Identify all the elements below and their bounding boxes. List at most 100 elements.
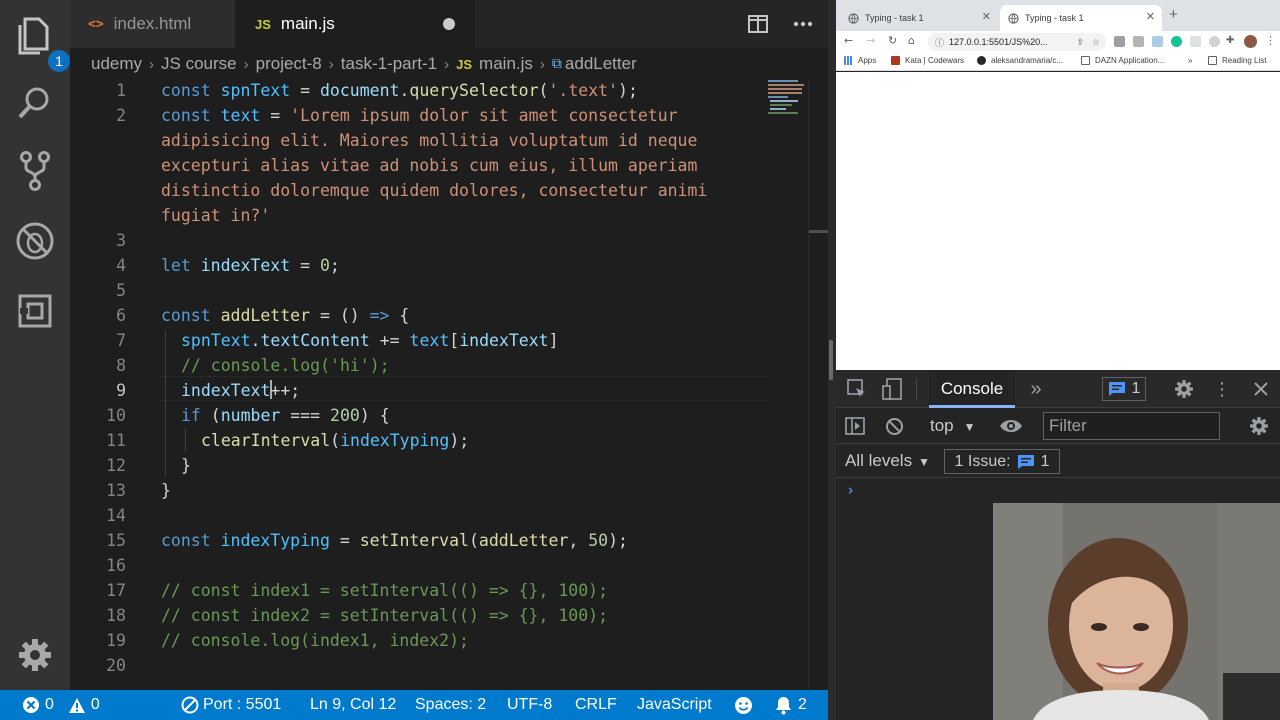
code-line: 13} bbox=[70, 478, 770, 503]
kebab-menu-icon[interactable]: ⋮ bbox=[1212, 378, 1232, 400]
clear-console-icon[interactable] bbox=[883, 415, 905, 437]
problems-indicator[interactable]: 0 0 bbox=[22, 690, 100, 720]
new-tab-button[interactable]: + bbox=[1169, 6, 1178, 23]
console-settings-gear-icon[interactable] bbox=[1247, 415, 1271, 437]
extension-icon[interactable] bbox=[1133, 36, 1144, 47]
device-toolbar-icon[interactable] bbox=[881, 378, 903, 400]
extension-icon[interactable] bbox=[1209, 36, 1220, 47]
issues-counter[interactable]: 1 bbox=[1102, 377, 1146, 401]
code-line: 20 bbox=[70, 653, 770, 678]
more-actions-icon[interactable] bbox=[788, 10, 818, 38]
settings-gear-icon[interactable] bbox=[1172, 378, 1196, 400]
code-line: 17// const index1 = setInterval(() => {}… bbox=[70, 578, 770, 603]
breadcrumb-item[interactable]: udemy bbox=[91, 54, 142, 74]
code-line: 16 bbox=[70, 553, 770, 578]
home-icon[interactable]: ⌂ bbox=[908, 34, 915, 47]
line-number: 10 bbox=[106, 406, 126, 425]
bookmark-dazn[interactable]: DAZN Application... bbox=[1081, 56, 1164, 65]
tab-console[interactable]: Console bbox=[929, 370, 1015, 408]
code-line: 14 bbox=[70, 503, 770, 528]
tab-main-js[interactable]: JS main.js bbox=[235, 0, 475, 48]
extension-icon[interactable] bbox=[1152, 36, 1163, 47]
console-prompt-icon[interactable]: › bbox=[846, 481, 855, 499]
notifications[interactable]: 2 bbox=[775, 690, 807, 720]
bookmark-apps[interactable]: Apps bbox=[844, 56, 876, 65]
resize-handle[interactable] bbox=[829, 340, 833, 380]
bookmark-codewars[interactable]: Kata | Codewars bbox=[891, 56, 964, 65]
devtools-toolbar: Console » 1 ⋮ bbox=[836, 370, 1280, 408]
log-levels-dropdown[interactable]: All levels ▼ bbox=[845, 451, 930, 471]
chevron-right-icon: › bbox=[328, 55, 334, 73]
address-bar[interactable]: ⓘ 127.0.0.1:5501/JS%20... ⇪ ☆ bbox=[928, 33, 1106, 51]
page-viewport[interactable] bbox=[836, 72, 1280, 370]
close-tab-icon[interactable]: ✕ bbox=[1146, 10, 1155, 23]
reading-list[interactable]: Reading List bbox=[1208, 56, 1266, 65]
bookmarks-overflow[interactable]: » bbox=[1188, 56, 1192, 65]
settings-gear-icon[interactable] bbox=[14, 634, 56, 676]
grammarly-icon[interactable] bbox=[1171, 36, 1182, 47]
breadcrumb-item[interactable]: project-8 bbox=[256, 54, 322, 74]
code-line: distinctio doloremque quidem dolores, co… bbox=[161, 181, 708, 200]
radio-tower-icon bbox=[181, 696, 199, 714]
info-icon[interactable]: ⓘ bbox=[935, 36, 944, 49]
inspect-element-icon[interactable] bbox=[846, 378, 868, 400]
extensions-puzzle-icon[interactable]: ✚ bbox=[1226, 35, 1234, 46]
bookmarks-bar: Apps Kata | Codewars aleksandramaria/c..… bbox=[836, 53, 1280, 71]
live-expression-eye-icon[interactable] bbox=[998, 415, 1024, 437]
show-sidebar-icon[interactable] bbox=[844, 415, 866, 437]
extension-icon[interactable] bbox=[1190, 36, 1201, 47]
status-bar: 0 0 Port : 5501 Ln 9, Col 12 Spaces: 2 U… bbox=[0, 690, 828, 720]
search-icon[interactable] bbox=[14, 82, 56, 124]
url-text: 127.0.0.1:5501/JS%20... bbox=[949, 37, 1048, 47]
back-arrow-icon[interactable]: ← bbox=[844, 34, 853, 47]
explorer-icon[interactable]: 1 bbox=[14, 14, 70, 72]
reload-icon[interactable]: ↻ bbox=[888, 34, 897, 47]
run-debug-icon[interactable] bbox=[14, 220, 56, 262]
unsaved-dot-icon[interactable] bbox=[443, 18, 455, 30]
window-divider[interactable] bbox=[828, 0, 836, 720]
close-icon[interactable] bbox=[1250, 378, 1272, 400]
issues-button[interactable]: 1 Issue: 1 bbox=[944, 449, 1060, 474]
extension-icon[interactable] bbox=[1114, 36, 1125, 47]
end-of-line[interactable]: CRLF bbox=[575, 690, 617, 720]
bookmark-star-icon[interactable]: ☆ bbox=[1092, 37, 1100, 48]
indentation[interactable]: Spaces: 2 bbox=[415, 690, 486, 720]
live-server-port[interactable]: Port : 5501 bbox=[181, 690, 281, 720]
code-line: 11 clearInterval(indexTyping); bbox=[70, 428, 770, 453]
breadcrumb-item[interactable]: task-1-part-1 bbox=[341, 54, 437, 74]
warning-icon bbox=[68, 697, 85, 713]
encoding[interactable]: UTF-8 bbox=[507, 690, 552, 720]
extensions-icon[interactable] bbox=[14, 290, 56, 332]
feedback-smiley-icon[interactable] bbox=[734, 690, 753, 720]
share-icon[interactable]: ⇪ bbox=[1076, 37, 1084, 48]
more-tabs-icon[interactable]: » bbox=[1026, 377, 1046, 401]
console-levels-bar: All levels ▼ 1 Issue: 1 bbox=[836, 444, 1280, 478]
forward-arrow-icon[interactable]: → bbox=[866, 34, 875, 47]
split-editor-icon[interactable] bbox=[743, 10, 773, 38]
close-tab-icon[interactable]: ✕ bbox=[982, 10, 991, 23]
bookmark-github[interactable]: aleksandramaria/c... bbox=[977, 56, 1063, 65]
browser-tab[interactable]: Typing - task 1 ✕ bbox=[840, 5, 998, 31]
profile-avatar[interactable] bbox=[1244, 35, 1257, 48]
breadcrumb-item[interactable]: JS course bbox=[161, 54, 237, 74]
code-line: adipisicing elit. Maiores mollitia volup… bbox=[161, 131, 698, 150]
breadcrumb-item[interactable]: addLetter bbox=[565, 54, 637, 74]
language-mode[interactable]: JavaScript bbox=[637, 690, 712, 720]
code-line: 8// console.log('hi'); bbox=[70, 353, 770, 378]
code-line: 19// console.log(index1, index2); bbox=[70, 628, 770, 653]
editor-scrollbar[interactable] bbox=[808, 78, 829, 690]
issues-label: 1 Issue: bbox=[954, 452, 1011, 470]
chevron-right-icon: › bbox=[539, 55, 545, 73]
code-editor[interactable]: 1 const spnText = document.querySelector(… bbox=[70, 78, 828, 690]
kebab-menu-icon[interactable]: ⋮ bbox=[1265, 34, 1276, 47]
message-icon bbox=[1108, 382, 1125, 396]
context-selector[interactable]: top ▼ bbox=[930, 416, 976, 436]
source-control-icon[interactable] bbox=[14, 150, 56, 192]
minimap[interactable] bbox=[766, 78, 810, 118]
tab-index-html[interactable]: <> index.html bbox=[70, 0, 235, 48]
filter-input[interactable]: Filter bbox=[1043, 412, 1220, 440]
browser-tab-active[interactable]: Typing - task 1 ✕ bbox=[1000, 5, 1162, 31]
breadcrumb-item[interactable]: main.js bbox=[479, 54, 533, 74]
scrollbar-thumb[interactable] bbox=[809, 230, 829, 233]
cursor-position[interactable]: Ln 9, Col 12 bbox=[310, 690, 396, 720]
